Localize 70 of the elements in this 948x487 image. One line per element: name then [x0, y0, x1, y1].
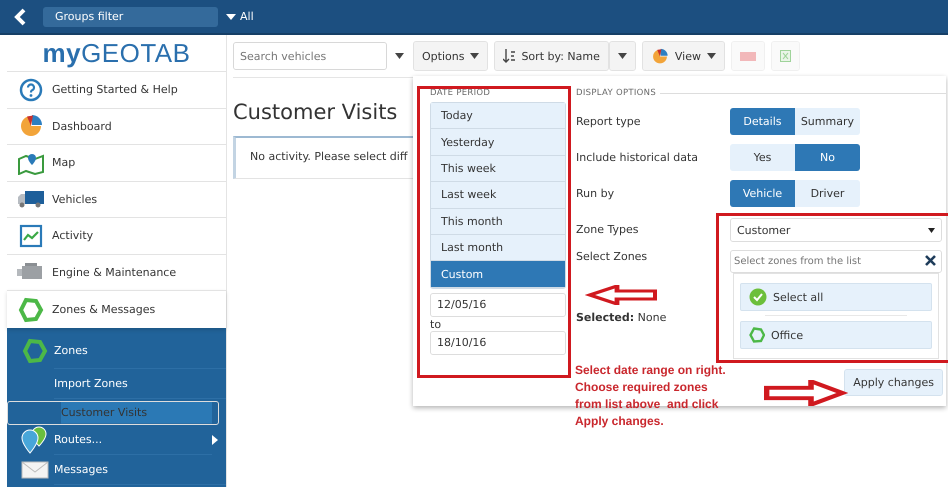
option-label: Run by	[576, 186, 616, 202]
nav-item[interactable]: Map	[7, 144, 226, 180]
date-period-option[interactable]: Yesterday	[431, 129, 565, 156]
help-icon	[19, 78, 43, 102]
date-period-option[interactable]: Last month	[431, 234, 565, 262]
zone-list-item[interactable]: Select all	[740, 283, 932, 311]
sort-button[interactable]: Sort by: Name	[494, 41, 609, 71]
caret-icon	[928, 228, 935, 232]
back-icon	[13, 8, 27, 26]
section-heading: DATE PERIOD	[430, 88, 492, 98]
groups-filter-field[interactable]: Groups filter	[43, 6, 218, 26]
option-label: Select Zones	[576, 249, 648, 265]
activity-chart-icon	[19, 224, 43, 248]
search-field[interactable]: Search vehicles	[233, 42, 387, 70]
section-heading: DISPLAY OPTIONS	[576, 88, 656, 98]
sort-dropdown-button[interactable]	[608, 41, 636, 71]
view-button[interactable]: View	[642, 41, 725, 71]
excel-export-button[interactable]	[770, 41, 800, 71]
submenu-item[interactable]: Zones	[7, 332, 226, 369]
sort-icon	[503, 49, 516, 63]
toggle-option[interactable]: Vehicle	[730, 180, 795, 207]
caret-icon	[706, 53, 716, 59]
envelope-icon	[20, 460, 48, 480]
zone-types-select[interactable]: Customer	[730, 218, 942, 242]
submenu-item[interactable]: Routes...	[7, 425, 226, 455]
left-arrow	[585, 285, 657, 305]
caret-icon	[226, 14, 236, 20]
nav-item[interactable]: Vehicles	[7, 180, 226, 217]
toggle-option[interactable]: Details	[730, 108, 795, 135]
zone-icon	[22, 338, 48, 364]
date-period-option[interactable]: This week	[431, 156, 565, 182]
page-title: Customer Visits	[233, 100, 398, 124]
apply-changes-button[interactable]: Apply changes	[844, 369, 943, 396]
submenu-item[interactable]: Messages	[7, 455, 226, 485]
option-label: Zone Types	[576, 222, 640, 238]
caret-icon	[470, 53, 480, 59]
date-to-field[interactable]: 18/10/16	[430, 330, 566, 355]
date-period-option[interactable]: This month	[431, 208, 565, 235]
spreadsheet-icon	[780, 50, 791, 62]
toggle-option[interactable]: No	[795, 144, 860, 171]
selected-summary: Selected: None	[576, 311, 668, 324]
pie-chart-icon	[18, 114, 44, 138]
option-label: Include historical data	[576, 150, 700, 166]
caret-icon	[618, 53, 627, 59]
truck-icon	[17, 189, 45, 210]
date-from-field[interactable]: 12/05/16	[430, 292, 566, 317]
submenu-item[interactable]: Import Zones	[7, 369, 226, 399]
pie-chart-icon	[650, 48, 669, 64]
to-label: to	[430, 318, 442, 331]
nav-item[interactable]: Dashboard	[7, 108, 226, 144]
pdf-file-icon	[740, 52, 756, 60]
date-period-option[interactable]: Last week	[431, 182, 565, 209]
check-circle-icon	[749, 288, 767, 306]
nav-item[interactable]: Engine & Maintenance	[7, 254, 226, 290]
logo: myGEOTAB	[41, 36, 192, 70]
group-filter-dropdown[interactable]: All	[226, 10, 254, 23]
zone-icon	[18, 296, 44, 322]
select-zones-field[interactable]: Select zones from the list	[730, 250, 942, 273]
clear-icon	[925, 255, 936, 266]
caret-icon	[395, 53, 404, 59]
option-label: Report type	[576, 114, 642, 130]
nav-item[interactable]: Getting Started & Help	[7, 71, 226, 108]
options-button[interactable]: Options	[413, 41, 488, 71]
zone-icon	[749, 327, 765, 343]
pdf-export-button[interactable]	[730, 41, 765, 71]
zone-list-item[interactable]: Office	[740, 321, 932, 349]
instruction-note: Select date range on right. Choose required zones from list above and click Apply changes.	[575, 362, 727, 430]
date-period-option[interactable]: Custom	[431, 261, 565, 288]
date-period-option[interactable]: Today	[431, 103, 565, 130]
nav-item[interactable]: Activity	[7, 217, 226, 254]
